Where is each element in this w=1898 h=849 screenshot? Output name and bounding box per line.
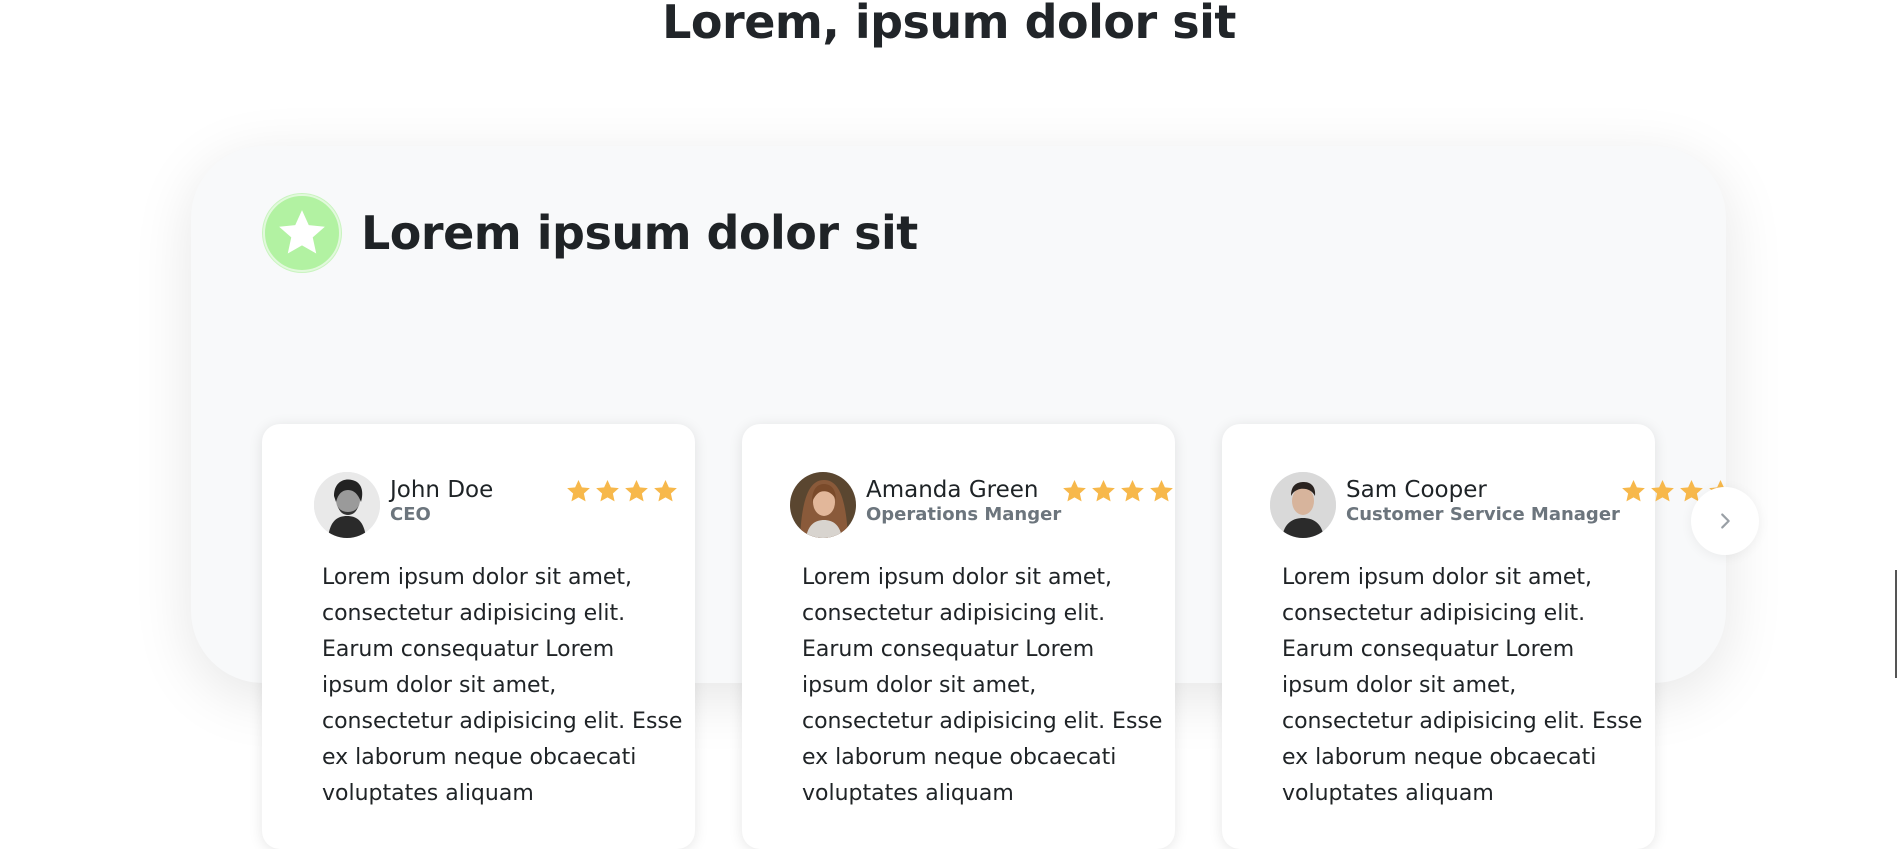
page-title: Lorem, ipsum dolor sit [662, 0, 1236, 49]
person-name: Sam Cooper [1346, 477, 1487, 503]
person-name: John Doe [390, 477, 494, 503]
person-name: Amanda Green [866, 477, 1039, 503]
person-role: Operations Manger [866, 504, 1062, 525]
testimonial-text: Lorem ipsum dolor sit amet, consectetur … [322, 565, 683, 806]
testimonial-card: Amanda Green Operations Manger Lorem ips… [742, 424, 1175, 849]
avatar [314, 472, 380, 538]
person-role: Customer Service Manager [1346, 504, 1620, 525]
testimonial-card: Sam Cooper Customer Service Manager Lore… [1222, 424, 1732, 849]
testimonial-card: John Doe CEO Lorem ipsum dolor sit amet,… [262, 424, 695, 849]
person-role: CEO [390, 504, 431, 525]
star-icon [567, 480, 590, 502]
avatar [790, 472, 856, 538]
testimonial-header: Amanda Green Operations Manger [790, 472, 1174, 538]
carousel-next-button[interactable] [1691, 487, 1759, 555]
rating-stars [565, 478, 679, 505]
rating-stars [1061, 478, 1175, 505]
star-icon [1651, 480, 1674, 502]
star-icon [1092, 480, 1116, 502]
star-icon [596, 480, 619, 502]
star-icon [1622, 480, 1645, 502]
testimonial-header: John Doe CEO [314, 472, 679, 538]
testimonial-text: Lorem ipsum dolor sit amet, consectetur … [802, 565, 1163, 806]
star-icon [279, 210, 325, 254]
star-icon [1121, 480, 1145, 502]
section-title: Lorem ipsum dolor sit [361, 206, 918, 260]
star-icon [1063, 480, 1087, 502]
testimonial-header: Sam Cooper Customer Service Manager [1270, 472, 1732, 538]
star-icon [654, 480, 677, 502]
testimonial-text: Lorem ipsum dolor sit amet, consectetur … [1282, 565, 1643, 806]
scrollbar[interactable] [1895, 570, 1897, 678]
avatar [1270, 472, 1336, 538]
star-badge-icon [263, 194, 341, 272]
chevron-right-icon [1721, 513, 1730, 529]
section-header: Lorem ipsum dolor sit [263, 194, 918, 272]
star-icon [1150, 480, 1174, 502]
star-icon [625, 480, 648, 502]
